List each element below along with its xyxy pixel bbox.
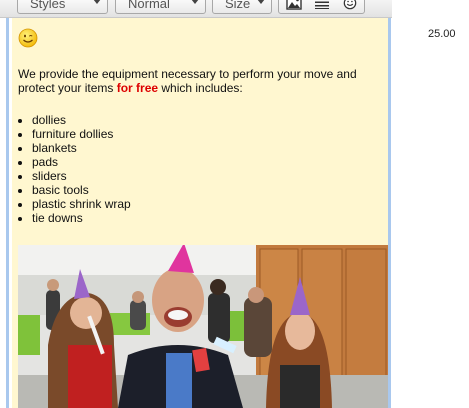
insert-image-button[interactable] [281, 0, 307, 13]
insert-smiley-button[interactable] [337, 0, 363, 13]
editor-toolbar: Styles Normal Size [0, 0, 392, 18]
format-dropdown[interactable]: Normal [115, 0, 206, 14]
party-photo-illustration [18, 245, 388, 408]
smiley-icon [343, 0, 357, 10]
styles-dropdown[interactable]: Styles [17, 0, 108, 14]
rich-text-editor[interactable]: We provide the equipment necessary to pe… [6, 18, 391, 408]
intro-highlight: for free [116, 81, 159, 95]
intro-text-end: which includes: [158, 81, 243, 95]
format-dropdown-label: Normal [128, 0, 170, 11]
list-item: tie downs [32, 211, 131, 225]
list-item: furniture dollies [32, 127, 131, 141]
image-icon [286, 0, 302, 10]
list-item: dollies [32, 113, 131, 127]
price-value: 25.00 [428, 28, 456, 40]
list-item: pads [32, 155, 131, 169]
equipment-list: dollies furniture dollies blankets pads … [18, 113, 131, 225]
chevron-down-icon [257, 0, 265, 4]
horizontal-line-icon [315, 1, 329, 9]
insert-horizontal-line-button[interactable] [309, 0, 335, 13]
smiley-icon [18, 28, 38, 48]
list-item: plastic shrink wrap [32, 197, 131, 211]
styles-dropdown-label: Styles [30, 0, 66, 11]
list-item: blankets [32, 141, 131, 155]
list-item: basic tools [32, 183, 131, 197]
intro-paragraph: We provide the equipment necessary to pe… [18, 67, 384, 95]
party-photo[interactable] [18, 245, 388, 408]
size-dropdown-label: Size [225, 0, 251, 11]
list-item: sliders [32, 169, 131, 183]
chevron-down-icon [191, 0, 199, 4]
insert-button-group [278, 0, 365, 14]
editor-content[interactable]: We provide the equipment necessary to pe… [12, 18, 388, 408]
chevron-down-icon [93, 0, 101, 4]
size-dropdown[interactable]: Size [212, 0, 272, 14]
